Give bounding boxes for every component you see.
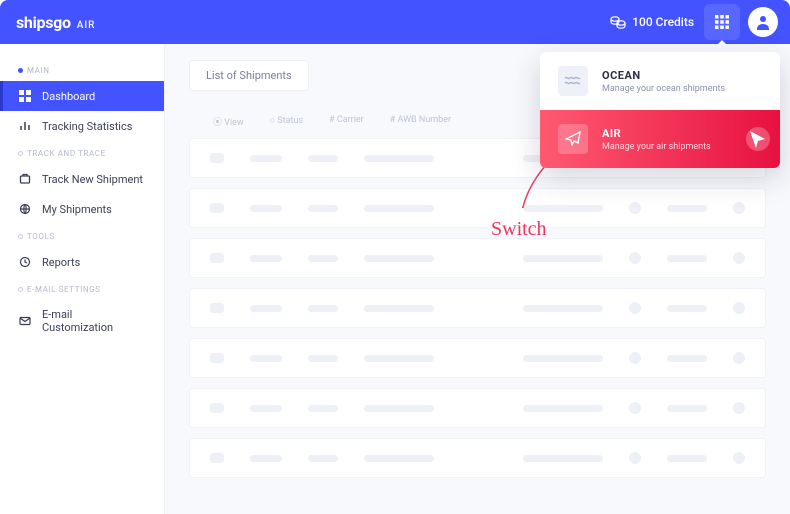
ring-icon [18,234,23,239]
brand-logo: shipsgo [16,13,71,32]
table-row[interactable] [189,338,766,378]
col-awb: # AWB Number [390,115,451,128]
sidebar-item-tracking-statistics[interactable]: Tracking Statistics [0,111,164,141]
table-row[interactable] [189,188,766,228]
sidebar-section-email: E-MAIL SETTINGS [0,277,164,300]
dropdown-subtitle: Manage your ocean shipments [602,84,725,94]
sidebar-section-tools: TOOLS [0,224,164,247]
ring-icon [18,151,23,156]
sidebar-section-main: MAIN [0,58,164,81]
plane-icon [558,124,588,154]
sidebar-section-track: TRACK AND TRACE [0,141,164,164]
table-row[interactable] [189,238,766,278]
mail-icon [18,314,32,328]
person-icon [755,14,771,30]
credits-text: 100 Credits [632,15,694,29]
brand-subtitle: AIR [77,20,96,31]
col-carrier: # Carrier [329,115,364,128]
col-status: ○ Status [270,115,303,128]
credits-badge[interactable]: 100 Credits [610,15,694,29]
cursor-icon [747,128,769,150]
bullet-icon [18,68,23,73]
table-row[interactable] [189,388,766,428]
grid-icon [714,14,730,30]
coins-icon [610,15,626,29]
sidebar: MAIN Dashboard Tracking Statistics TRACK… [0,44,165,514]
sidebar-item-label: Reports [42,256,80,269]
table-row[interactable] [189,438,766,478]
sidebar-item-label: Tracking Statistics [42,120,132,133]
app-header: shipsgo AIR 100 Credits [0,0,790,44]
dropdown-title: AIR [602,127,711,140]
dashboard-icon [18,89,32,103]
col-view: ⦿ View [213,115,244,128]
stats-icon [18,119,32,133]
sidebar-item-label: E-mail Customization [42,308,146,334]
sidebar-item-dashboard[interactable]: Dashboard [0,81,164,111]
sidebar-item-label: Track New Shipment [42,173,143,186]
dropdown-item-air[interactable]: AIR Manage your air shipments [540,110,780,168]
ring-icon [18,287,23,292]
globe-icon [18,202,32,216]
apps-menu-button[interactable] [704,4,740,40]
tab-list-of-shipments[interactable]: List of Shipments [189,60,309,91]
apps-dropdown: OCEAN Manage your ocean shipments AIR Ma… [540,52,780,168]
brand: shipsgo AIR [16,13,95,32]
cursor-indicator [746,127,770,151]
sidebar-item-email-customization[interactable]: E-mail Customization [0,300,164,342]
sidebar-item-track-new[interactable]: Track New Shipment [0,164,164,194]
dropdown-item-ocean[interactable]: OCEAN Manage your ocean shipments [540,52,780,110]
dropdown-title: OCEAN [602,69,725,82]
table-row[interactable] [189,288,766,328]
package-icon [18,172,32,186]
sidebar-item-label: My Shipments [42,203,112,216]
sidebar-item-label: Dashboard [42,90,95,103]
clock-icon [18,255,32,269]
profile-button[interactable] [748,7,778,37]
sidebar-item-my-shipments[interactable]: My Shipments [0,194,164,224]
sidebar-item-reports[interactable]: Reports [0,247,164,277]
waves-icon [558,66,588,96]
dropdown-subtitle: Manage your air shipments [602,142,711,152]
